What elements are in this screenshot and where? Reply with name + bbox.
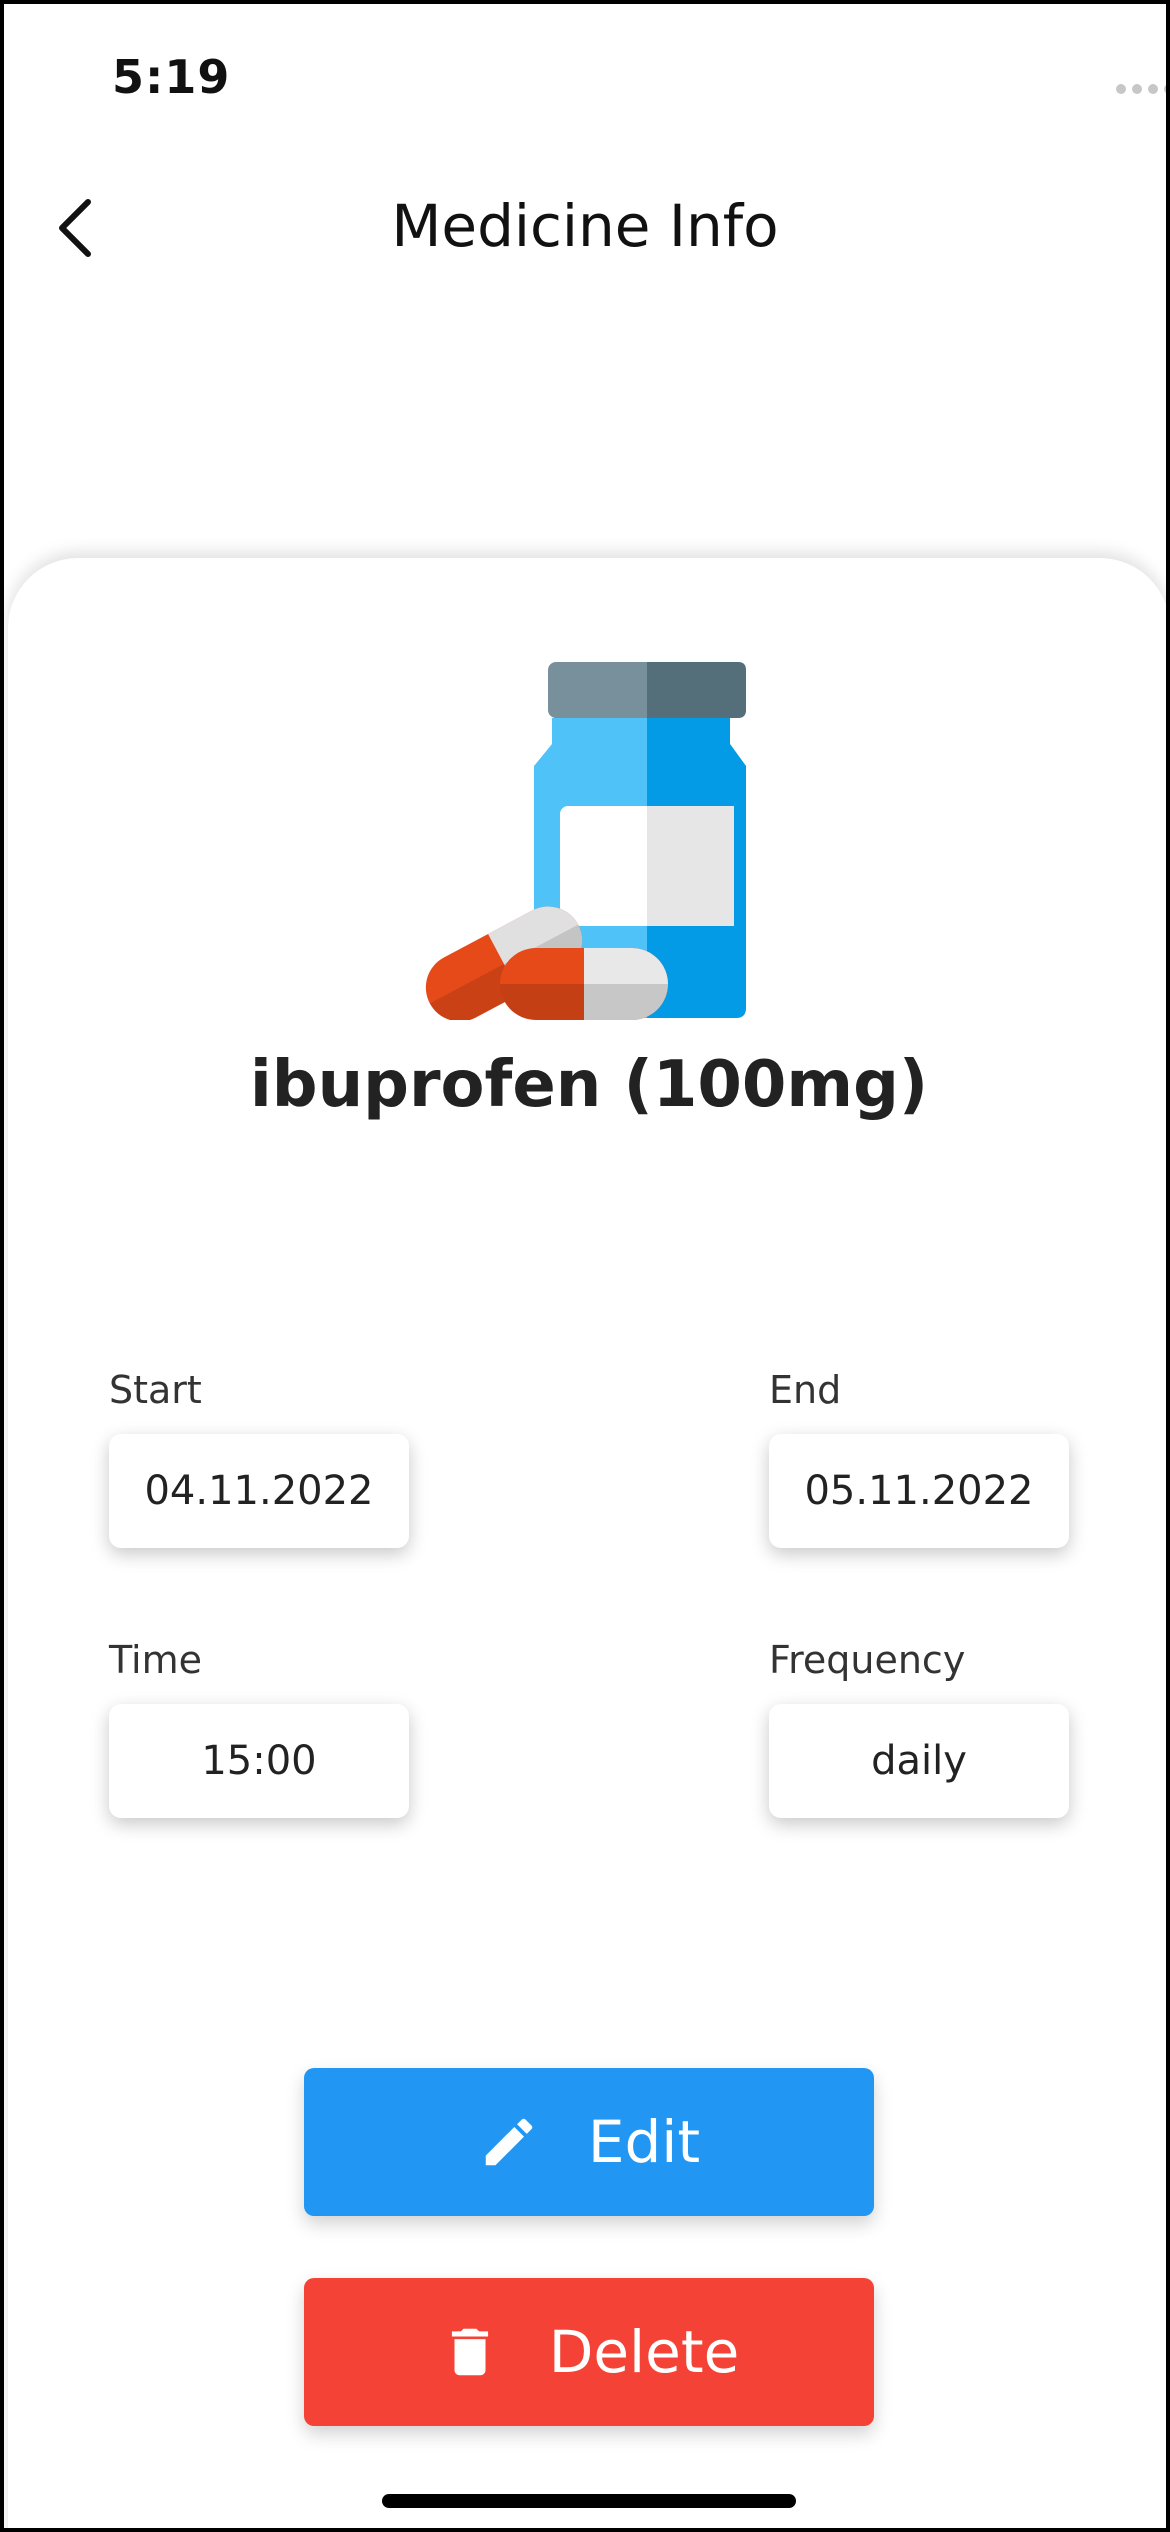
time-label: Time bbox=[109, 1638, 202, 1682]
start-date-field[interactable]: 04.11.2022 bbox=[109, 1434, 409, 1548]
delete-button-label: Delete bbox=[548, 2318, 740, 2386]
pencil-icon bbox=[485, 2118, 533, 2166]
time-field[interactable]: 15:00 bbox=[109, 1704, 409, 1818]
medicine-bottle-and-pills-icon bbox=[425, 662, 746, 1020]
frequency-label: Frequency bbox=[769, 1638, 966, 1682]
delete-button[interactable]: Delete bbox=[304, 2278, 874, 2426]
page-title: Medicine Info bbox=[391, 192, 779, 260]
frequency-field[interactable]: daily bbox=[769, 1704, 1069, 1818]
cellular-signal-icon bbox=[1116, 84, 1166, 96]
app-screen: 5:19 Medicine Info ibuprofen (100mg) Sta… bbox=[0, 0, 1170, 2532]
end-label: End bbox=[769, 1368, 842, 1412]
medicine-name: ibuprofen (100mg) bbox=[249, 1048, 929, 1122]
medicine-card: ibuprofen (100mg) Start 04.11.2022 End 0… bbox=[8, 558, 1166, 2528]
home-indicator bbox=[382, 2494, 796, 2508]
start-label: Start bbox=[109, 1368, 202, 1412]
status-time: 5:19 bbox=[112, 50, 231, 104]
edit-button[interactable]: Edit bbox=[304, 2068, 874, 2216]
end-date-field[interactable]: 05.11.2022 bbox=[769, 1434, 1069, 1548]
trash-icon bbox=[451, 2328, 488, 2376]
edit-button-label: Edit bbox=[587, 2108, 701, 2176]
